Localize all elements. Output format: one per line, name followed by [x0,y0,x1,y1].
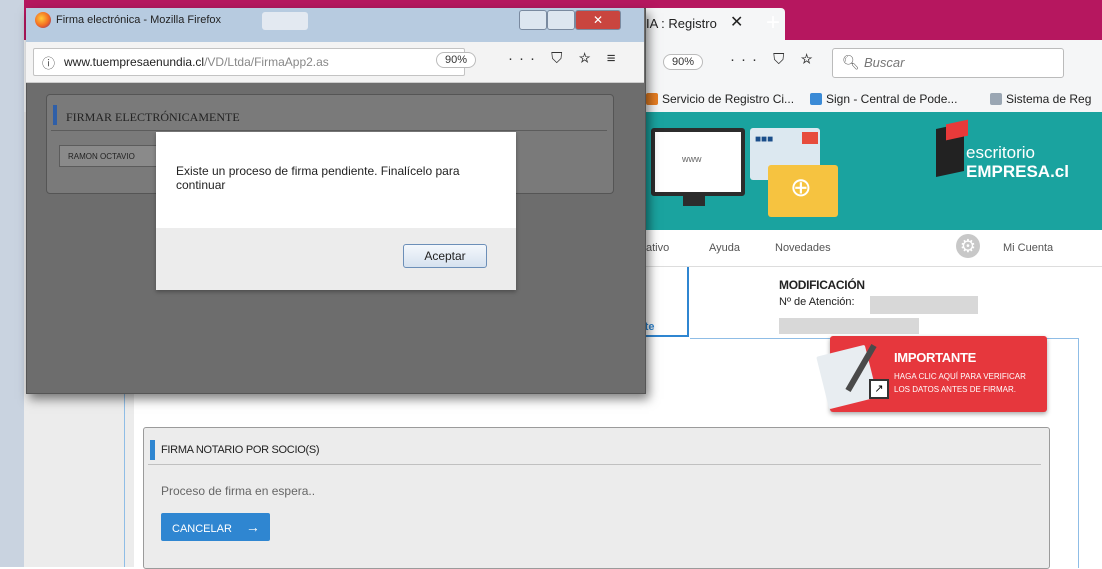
modification-title: MODIFICACIÓN [779,278,865,292]
search-placeholder: Buscar [864,55,905,70]
page-actions-icons[interactable]: ··· ⛉ ☆ [730,51,819,68]
monitor-text: www [682,154,702,164]
minimize-button[interactable] [519,10,547,30]
alert-message: Existe un proceso de firma pendiente. Fi… [176,164,460,192]
firefox-icon [35,12,51,28]
zoom-level[interactable]: 90% [663,54,704,70]
shopping-bag-icon: ⊕ [790,172,812,202]
signature-status: Proceso de firma en espera.. [161,484,316,498]
bookmark-sign[interactable]: Sign - Central de Pode... [810,92,957,106]
panel-divider [148,464,1041,465]
nav-item-mi-cuenta[interactable]: Mi Cuenta [1003,242,1053,254]
redacted-value [870,296,978,314]
window-edge [0,0,24,567]
redacted-value [779,318,919,334]
tab-close-icon[interactable]: ✕ [730,12,743,32]
bookmark-sistema[interactable]: Sistema de Reg [990,92,1091,106]
zoom-level[interactable]: 90% [436,52,477,68]
nav-item-novedades[interactable]: Novedades [775,242,831,254]
browser-tab-title: IA : Registro [646,16,717,31]
external-link-icon: ↗ [869,379,889,399]
panel-divider [51,130,607,131]
bookmark-label: Sign - Central de Pode... [826,92,958,106]
accept-button[interactable]: Aceptar [403,244,487,268]
arrow-right-icon: → [245,519,260,535]
panel-accent [150,440,155,460]
gear-icon[interactable]: ⚙ [956,234,980,258]
cancel-label: CANCELAR [172,523,232,535]
popup-actions-icons[interactable]: ··· ⛉ ☆ ≡ [508,50,622,67]
logo-text-bold: EMPRESA.cl [966,162,1069,181]
cancel-button[interactable]: CANCELAR → [161,513,270,541]
close-button[interactable]: ✕ [575,10,621,30]
nav-item-ativo[interactable]: ativo [646,242,669,254]
url-path: /VD/Ltda/FirmaApp2.as [204,55,329,69]
sign-panel-title: FIRMAR ELECTRÓNICAMENTE [66,110,240,124]
logo-text: escritorio [966,143,1035,162]
maximize-button[interactable] [547,10,575,30]
new-tab-button[interactable]: + [758,10,788,38]
important-text: LOS DATOS ANTES DE FIRMAR. [894,385,1016,394]
bookmark-icon [646,93,658,105]
content-panel-edge [124,390,125,567]
nav-item-ayuda[interactable]: Ayuda [709,242,740,254]
bookmark-label: Servicio de Registro Ci... [662,92,795,106]
window-dots-icon: ■■■ [755,134,774,145]
important-text: HAGA CLIC AQUÍ PARA VERIFICAR [894,372,1026,381]
info-icon[interactable]: ⓘ [42,53,55,72]
bookmark-registro[interactable]: Servicio de Registro Ci... [646,92,794,106]
search-icon: 🔍︎ [842,54,860,70]
title-blur [262,12,308,30]
monitor-stand [683,192,705,206]
notary-panel-title: FIRMA NOTARIO POR SOCIO(S) [161,444,320,456]
window-close-illustration [802,132,818,144]
bookmark-label: Sistema de Reg [1006,92,1092,106]
popup-title: Firma electrónica - Mozilla Firefox [56,14,222,26]
url-text: www.tuempresaenundia.cl/VD/Ltda/FirmaApp… [64,55,329,69]
panel-accent [53,105,57,125]
bookmark-icon [810,93,822,105]
important-title: IMPORTANTE [894,350,976,365]
attention-label: Nº de Atención: [779,296,855,308]
bookmark-icon [990,93,1002,105]
nav-divider [640,266,1102,267]
url-domain: www.tuempresaenundia.cl [64,55,205,69]
